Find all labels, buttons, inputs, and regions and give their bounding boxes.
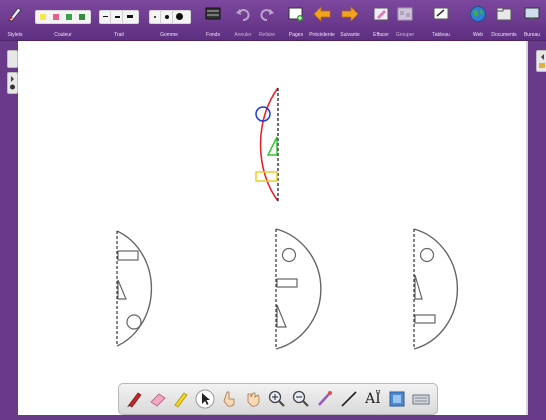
screen-capture-icon[interactable] bbox=[387, 389, 407, 409]
documents-button[interactable]: Documents bbox=[490, 2, 518, 40]
tableau-button[interactable]: Tableau bbox=[430, 2, 452, 40]
grouper-label: Grouper bbox=[395, 32, 415, 38]
drawing-canvas[interactable] bbox=[18, 41, 528, 415]
group-icon bbox=[397, 7, 413, 21]
red-pen-icon[interactable] bbox=[125, 389, 145, 409]
precedente-label: Précédente bbox=[309, 32, 335, 38]
right-panel-toggle[interactable] bbox=[536, 50, 546, 72]
half-face-right[interactable] bbox=[413, 228, 459, 350]
web-button[interactable]: Web bbox=[468, 2, 488, 40]
line-medium-option[interactable] bbox=[113, 11, 123, 23]
refaire-label: Refaire bbox=[258, 32, 276, 38]
green-triangle-nose bbox=[266, 136, 278, 156]
color-palette bbox=[35, 10, 91, 24]
bureau-button[interactable]: Bureau bbox=[520, 2, 544, 40]
eraser-large-option[interactable] bbox=[175, 11, 184, 23]
collapse-arrow-icon bbox=[539, 54, 545, 68]
canvas-right-edge bbox=[526, 41, 528, 415]
arrow-right-icon bbox=[341, 6, 359, 22]
board-icon bbox=[433, 7, 449, 20]
couleur-group: Couleur bbox=[33, 2, 93, 40]
web-label: Web bbox=[472, 32, 484, 38]
bureau-label: Bureau bbox=[523, 32, 541, 38]
main-toolbar: Stylets Couleur Trait Gomme Fonds Annule… bbox=[0, 0, 546, 41]
canvas-drawing bbox=[116, 87, 459, 350]
line-thick-option[interactable] bbox=[125, 11, 134, 23]
clear-page-icon bbox=[373, 7, 389, 21]
zoom-in-icon[interactable] bbox=[267, 389, 287, 409]
colored-half-face[interactable] bbox=[255, 87, 279, 202]
new-page-icon bbox=[288, 7, 303, 21]
half-face-middle[interactable] bbox=[275, 228, 322, 350]
hand-grab-icon[interactable] bbox=[243, 389, 263, 409]
folder-icon bbox=[496, 7, 512, 21]
desktop-icon bbox=[524, 7, 540, 20]
globe-icon bbox=[470, 6, 486, 22]
zoom-out-icon[interactable] bbox=[291, 389, 311, 409]
couleur-label: Couleur bbox=[54, 32, 72, 38]
hand-pointer-icon[interactable] bbox=[219, 389, 239, 409]
color-swatch-yellow[interactable] bbox=[40, 14, 46, 20]
expand-arrow-icon bbox=[10, 76, 15, 90]
pages-button[interactable]: Pages bbox=[285, 2, 307, 40]
keyboard-icon[interactable] bbox=[411, 389, 431, 409]
eraser-small-option[interactable] bbox=[151, 11, 161, 23]
stylets-button[interactable]: Stylets bbox=[4, 2, 26, 40]
tableau-label: Tableau bbox=[432, 32, 450, 38]
line-icon[interactable] bbox=[339, 389, 359, 409]
line-thin-option[interactable] bbox=[101, 11, 111, 23]
annuler-label: Annuler bbox=[234, 32, 252, 38]
effacer-label: Effacer bbox=[373, 32, 389, 38]
library-toggle[interactable] bbox=[7, 72, 18, 94]
gomme-label: Gomme bbox=[160, 32, 178, 38]
eraser-size-selector bbox=[149, 10, 191, 24]
text-icon[interactable]: AÏ bbox=[363, 389, 383, 409]
right-side-panel bbox=[528, 41, 546, 415]
effacer-button[interactable]: Effacer bbox=[370, 2, 392, 40]
redo-icon bbox=[260, 9, 274, 21]
arrow-pointer-icon[interactable] bbox=[195, 389, 215, 409]
page-navigator-toggle[interactable] bbox=[7, 50, 18, 68]
arrow-left-icon bbox=[313, 6, 331, 22]
trait-group: Trait bbox=[97, 2, 141, 40]
pen-icon bbox=[8, 7, 22, 22]
grouper-button[interactable]: Grouper bbox=[393, 2, 417, 40]
undo-icon bbox=[236, 9, 250, 21]
red-arc bbox=[259, 87, 279, 202]
suivante-label: Suivante bbox=[340, 32, 360, 38]
precedente-button[interactable]: Précédente bbox=[308, 2, 336, 40]
suivante-button[interactable]: Suivante bbox=[337, 2, 363, 40]
fonds-button[interactable]: Fonds bbox=[202, 2, 224, 40]
laser-icon[interactable] bbox=[315, 389, 335, 409]
refaire-button[interactable]: Refaire bbox=[256, 2, 278, 40]
annuler-button[interactable]: Annuler bbox=[231, 2, 255, 40]
fonds-label: Fonds bbox=[206, 32, 220, 38]
documents-label: Documents bbox=[491, 32, 517, 38]
highlighter-icon[interactable] bbox=[171, 389, 191, 409]
left-side-panel bbox=[0, 41, 18, 415]
line-width-selector bbox=[99, 10, 139, 24]
color-swatch-dark-green[interactable] bbox=[79, 14, 85, 20]
color-swatch-pink[interactable] bbox=[53, 14, 59, 20]
trait-label: Trait bbox=[114, 32, 124, 38]
gomme-group: Gomme bbox=[147, 2, 191, 40]
eraser-icon[interactable] bbox=[148, 389, 168, 409]
pages-label: Pages bbox=[288, 32, 304, 38]
color-swatch-green[interactable] bbox=[66, 14, 72, 20]
tool-dock: AÏ bbox=[118, 383, 438, 415]
half-face-left[interactable] bbox=[116, 230, 153, 347]
background-icon bbox=[205, 7, 221, 20]
eraser-medium-option[interactable] bbox=[163, 11, 173, 23]
stylets-label: Stylets bbox=[7, 32, 23, 38]
